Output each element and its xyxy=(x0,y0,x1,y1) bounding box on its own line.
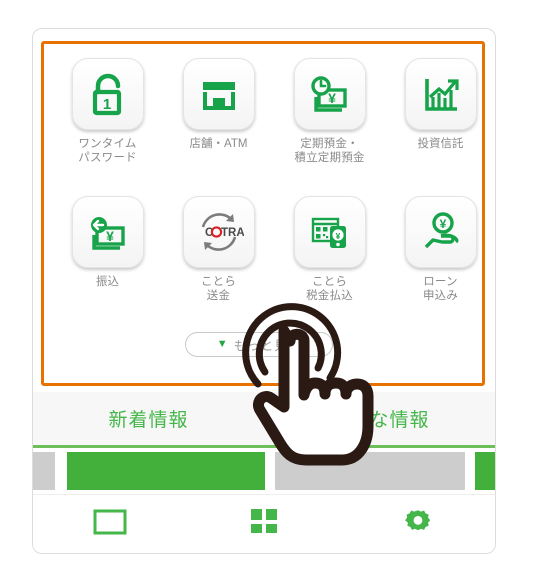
tile-investment-trust[interactable]: 投資信託 xyxy=(385,58,495,151)
tab-news[interactable]: 新着情報 xyxy=(33,392,264,445)
show-more-button[interactable]: ▼ もっと見る xyxy=(185,332,333,357)
tile-label: 定期預金・ 積立定期預金 xyxy=(294,138,365,164)
svg-text:TRA: TRA xyxy=(221,227,244,239)
tile-label: 振込 xyxy=(96,276,119,288)
tile-label: ワンタイム パスワード xyxy=(78,138,137,164)
info-tab-bar: 新着情報 お得な情報 xyxy=(33,392,495,448)
tile-label: 投資信託 xyxy=(417,138,464,150)
tile-one-time-password[interactable]: 1 ワンタイム パスワード xyxy=(52,58,163,165)
phone-screen-card: 1 ワンタイム パスワード 店舗・ATM ¥ 定期預金・ 積立定期預金 投資信託… xyxy=(32,28,496,554)
nav-item-home[interactable] xyxy=(33,495,187,553)
svg-text:1: 1 xyxy=(102,96,110,113)
tile-label: ローン 申込み xyxy=(422,276,459,302)
svg-text:¥: ¥ xyxy=(106,228,114,244)
banner-item[interactable] xyxy=(33,452,55,490)
banner-item[interactable] xyxy=(475,452,495,490)
tab-label: お得な情報 xyxy=(329,410,430,431)
tab-label: 新着情報 xyxy=(108,410,189,431)
qr-phone-yen-icon: ¥ xyxy=(293,196,366,268)
svg-text:¥: ¥ xyxy=(328,90,336,106)
hand-yen-coin-icon: ¥ xyxy=(404,196,477,268)
bottom-navigation-bar xyxy=(33,494,495,553)
banner-carousel[interactable] xyxy=(33,448,495,494)
clock-yen-note-icon: ¥ xyxy=(293,58,366,130)
gear-icon xyxy=(403,507,433,542)
banner-item[interactable] xyxy=(275,452,465,490)
tile-transfer[interactable]: ¥ 振込 xyxy=(52,196,163,289)
tile-cotra-tax-payment[interactable]: ¥ ことら 税金払込 xyxy=(274,196,385,303)
tab-offers[interactable]: お得な情報 xyxy=(264,392,495,445)
tile-branch-atm[interactable]: 店舗・ATM xyxy=(163,58,274,151)
cotra-logo-icon: C TRA xyxy=(182,196,255,268)
tile-label: ことら 送金 xyxy=(200,276,237,302)
arrow-yen-note-icon: ¥ xyxy=(71,196,144,268)
tile-label: 店舗・ATM xyxy=(189,138,248,150)
tile-time-deposit[interactable]: ¥ 定期預金・ 積立定期預金 xyxy=(274,58,385,165)
bar-chart-arrow-icon xyxy=(404,58,477,130)
show-more-label: もっと見る xyxy=(233,339,302,353)
padlock-one-icon: 1 xyxy=(71,58,144,130)
tile-label: ことら 税金払込 xyxy=(306,276,353,302)
tile-cotra-remittance[interactable]: C TRA ことら 送金 xyxy=(163,196,274,303)
rectangle-outline-icon xyxy=(93,509,127,540)
nav-item-settings[interactable] xyxy=(341,495,495,553)
tile-loan-application[interactable]: ¥ ローン 申込み xyxy=(385,196,495,303)
nav-item-menu[interactable] xyxy=(187,495,341,553)
grid-squares-icon xyxy=(250,508,278,541)
chevron-down-icon: ▼ xyxy=(216,338,228,350)
banner-item[interactable] xyxy=(67,452,265,490)
svg-text:¥: ¥ xyxy=(439,217,446,231)
svg-text:¥: ¥ xyxy=(335,231,340,241)
storefront-icon xyxy=(182,58,255,130)
